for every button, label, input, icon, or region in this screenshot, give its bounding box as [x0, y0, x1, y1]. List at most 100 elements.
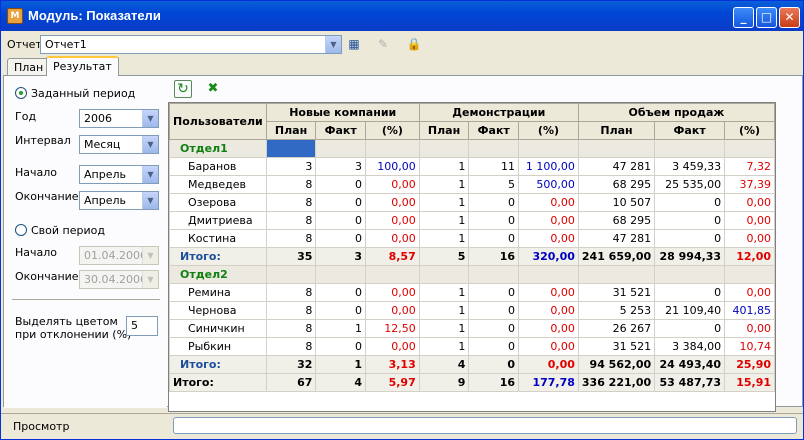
- table-cell[interactable]: [315, 139, 367, 158]
- custom-start-date[interactable]: 01.04.2006 ▼: [79, 246, 159, 265]
- table-cell[interactable]: 32: [265, 355, 317, 374]
- table-cell[interactable]: 67: [265, 373, 317, 392]
- table-cell[interactable]: 21 109,40: [654, 301, 726, 320]
- table-cell[interactable]: 0: [468, 337, 520, 356]
- table-cell[interactable]: 12,00: [724, 247, 775, 266]
- interval-select[interactable]: Месяц ▼: [79, 135, 159, 154]
- table-cell[interactable]: 5: [418, 247, 470, 266]
- table-cell[interactable]: 47 281: [577, 157, 656, 176]
- table-cell[interactable]: 24 493,40: [654, 355, 726, 374]
- chevron-down-icon[interactable]: ▼: [142, 166, 158, 183]
- table-cell[interactable]: 5 253: [577, 301, 656, 320]
- table-row[interactable]: Баранов 3 3 100,00 1 11 1 100,00 47 281 3 459,33…: [169, 157, 775, 176]
- sales-volume-header[interactable]: Объем продаж: [577, 103, 775, 122]
- table-cell[interactable]: 0: [315, 283, 367, 302]
- close-button[interactable]: ✕: [779, 7, 800, 28]
- table-cell[interactable]: 0,00: [518, 193, 579, 212]
- table-cell[interactable]: 336 221,00: [577, 373, 656, 392]
- table-cell[interactable]: 0,00: [724, 319, 775, 338]
- table-cell[interactable]: 8: [265, 283, 317, 302]
- table-cell[interactable]: 31 521: [577, 283, 656, 302]
- table-cell[interactable]: 8,57: [365, 247, 420, 266]
- table-cell[interactable]: 177,78: [518, 373, 579, 392]
- table-cell[interactable]: 47 281: [577, 229, 656, 248]
- table-cell[interactable]: 8: [265, 319, 317, 338]
- table-cell[interactable]: 35: [265, 247, 317, 266]
- table-row[interactable]: Медведев 8 0 0,00 1 5 500,00 68 295 25 535,00 37,…: [169, 175, 775, 194]
- table-cell[interactable]: [518, 139, 579, 158]
- table-cell[interactable]: 100,00: [365, 157, 420, 176]
- table-cell[interactable]: 3,13: [365, 355, 420, 374]
- table-cell[interactable]: 0: [468, 193, 520, 212]
- start-select[interactable]: Апрель ▼: [79, 165, 159, 184]
- table-cell[interactable]: [365, 139, 420, 158]
- chevron-down-icon[interactable]: ▼: [142, 192, 158, 209]
- fact-header[interactable]: Факт: [468, 121, 520, 140]
- table-cell[interactable]: 0,00: [365, 283, 420, 302]
- table-cell[interactable]: 16: [468, 373, 520, 392]
- fact-header[interactable]: Факт: [654, 121, 726, 140]
- table-cell[interactable]: 0: [315, 193, 367, 212]
- table-cell[interactable]: [518, 265, 579, 284]
- table-cell[interactable]: [654, 265, 726, 284]
- grand-total-row[interactable]: Итого: 67 4 5,97 9 16 177,78 336 221,00 53 487,7…: [169, 373, 775, 392]
- table-cell[interactable]: 0,00: [518, 319, 579, 338]
- percent-header[interactable]: (%): [365, 121, 420, 140]
- table-cell[interactable]: 31 521: [577, 337, 656, 356]
- table-cell[interactable]: 0: [315, 229, 367, 248]
- table-cell[interactable]: 0: [468, 283, 520, 302]
- table-cell[interactable]: 0: [315, 211, 367, 230]
- table-cell[interactable]: 0,00: [518, 283, 579, 302]
- table-cell[interactable]: [265, 139, 317, 158]
- table-cell[interactable]: 28 994,33: [654, 247, 726, 266]
- table-cell[interactable]: 0: [468, 211, 520, 230]
- highlight-threshold-input[interactable]: 5: [126, 316, 158, 336]
- table-row[interactable]: Ремина 8 0 0,00 1 0 0,00 31 521 0 0,00: [169, 283, 775, 302]
- table-cell[interactable]: 0: [468, 229, 520, 248]
- maximize-button[interactable]: □: [756, 7, 777, 28]
- table-cell[interactable]: [315, 265, 367, 284]
- table-cell[interactable]: [577, 265, 656, 284]
- table-cell[interactable]: 68 295: [577, 175, 656, 194]
- table-cell[interactable]: 5,97: [365, 373, 420, 392]
- table-cell[interactable]: [265, 265, 317, 284]
- table-cell[interactable]: 8: [265, 229, 317, 248]
- table-cell[interactable]: 1: [418, 337, 470, 356]
- table-cell[interactable]: 0: [468, 355, 520, 374]
- table-cell[interactable]: 0: [654, 283, 726, 302]
- table-cell[interactable]: 10 507: [577, 193, 656, 212]
- table-cell[interactable]: 1: [418, 301, 470, 320]
- table-cell[interactable]: 0: [315, 301, 367, 320]
- tab-result[interactable]: Результат: [46, 56, 119, 76]
- table-cell[interactable]: [365, 265, 420, 284]
- table-cell[interactable]: 3: [315, 247, 367, 266]
- table-cell[interactable]: 1: [418, 211, 470, 230]
- table-cell[interactable]: 0,00: [724, 193, 775, 212]
- table-cell[interactable]: 26 267: [577, 319, 656, 338]
- table-row[interactable]: Синичкин 8 1 12,50 1 0 0,00 26 267 0 0,00: [169, 319, 775, 338]
- table-cell[interactable]: 320,00: [518, 247, 579, 266]
- table-cell[interactable]: 1: [418, 157, 470, 176]
- table-cell[interactable]: 0,00: [518, 211, 579, 230]
- table-cell[interactable]: [724, 265, 775, 284]
- table-cell[interactable]: 8: [265, 301, 317, 320]
- table-cell[interactable]: 1: [418, 175, 470, 194]
- table-cell[interactable]: 68 295: [577, 211, 656, 230]
- table-row[interactable]: Костина 8 0 0,00 1 0 0,00 47 281 0 0,00: [169, 229, 775, 248]
- table-cell[interactable]: 12,50: [365, 319, 420, 338]
- new-companies-header[interactable]: Новые компании: [265, 103, 420, 122]
- table-cell[interactable]: 1: [418, 283, 470, 302]
- table-cell[interactable]: 0,00: [365, 175, 420, 194]
- table-cell[interactable]: 241 659,00: [577, 247, 656, 266]
- group-row[interactable]: Отдел1: [169, 139, 775, 158]
- group-row[interactable]: Отдел2: [169, 265, 775, 284]
- chevron-down-icon[interactable]: ▼: [325, 36, 341, 53]
- tab-plan[interactable]: План: [7, 58, 51, 76]
- report-select[interactable]: Отчет1 ▼: [40, 35, 342, 54]
- table-cell[interactable]: 5: [468, 175, 520, 194]
- refresh-icon[interactable]: ↻: [174, 80, 192, 98]
- chevron-down-icon[interactable]: ▼: [142, 136, 158, 153]
- table-cell[interactable]: 8: [265, 175, 317, 194]
- subtotal-row[interactable]: Итого: 35 3 8,57 5 16 320,00 241 659,00 28 994,3…: [169, 247, 775, 266]
- table-cell[interactable]: 4: [315, 373, 367, 392]
